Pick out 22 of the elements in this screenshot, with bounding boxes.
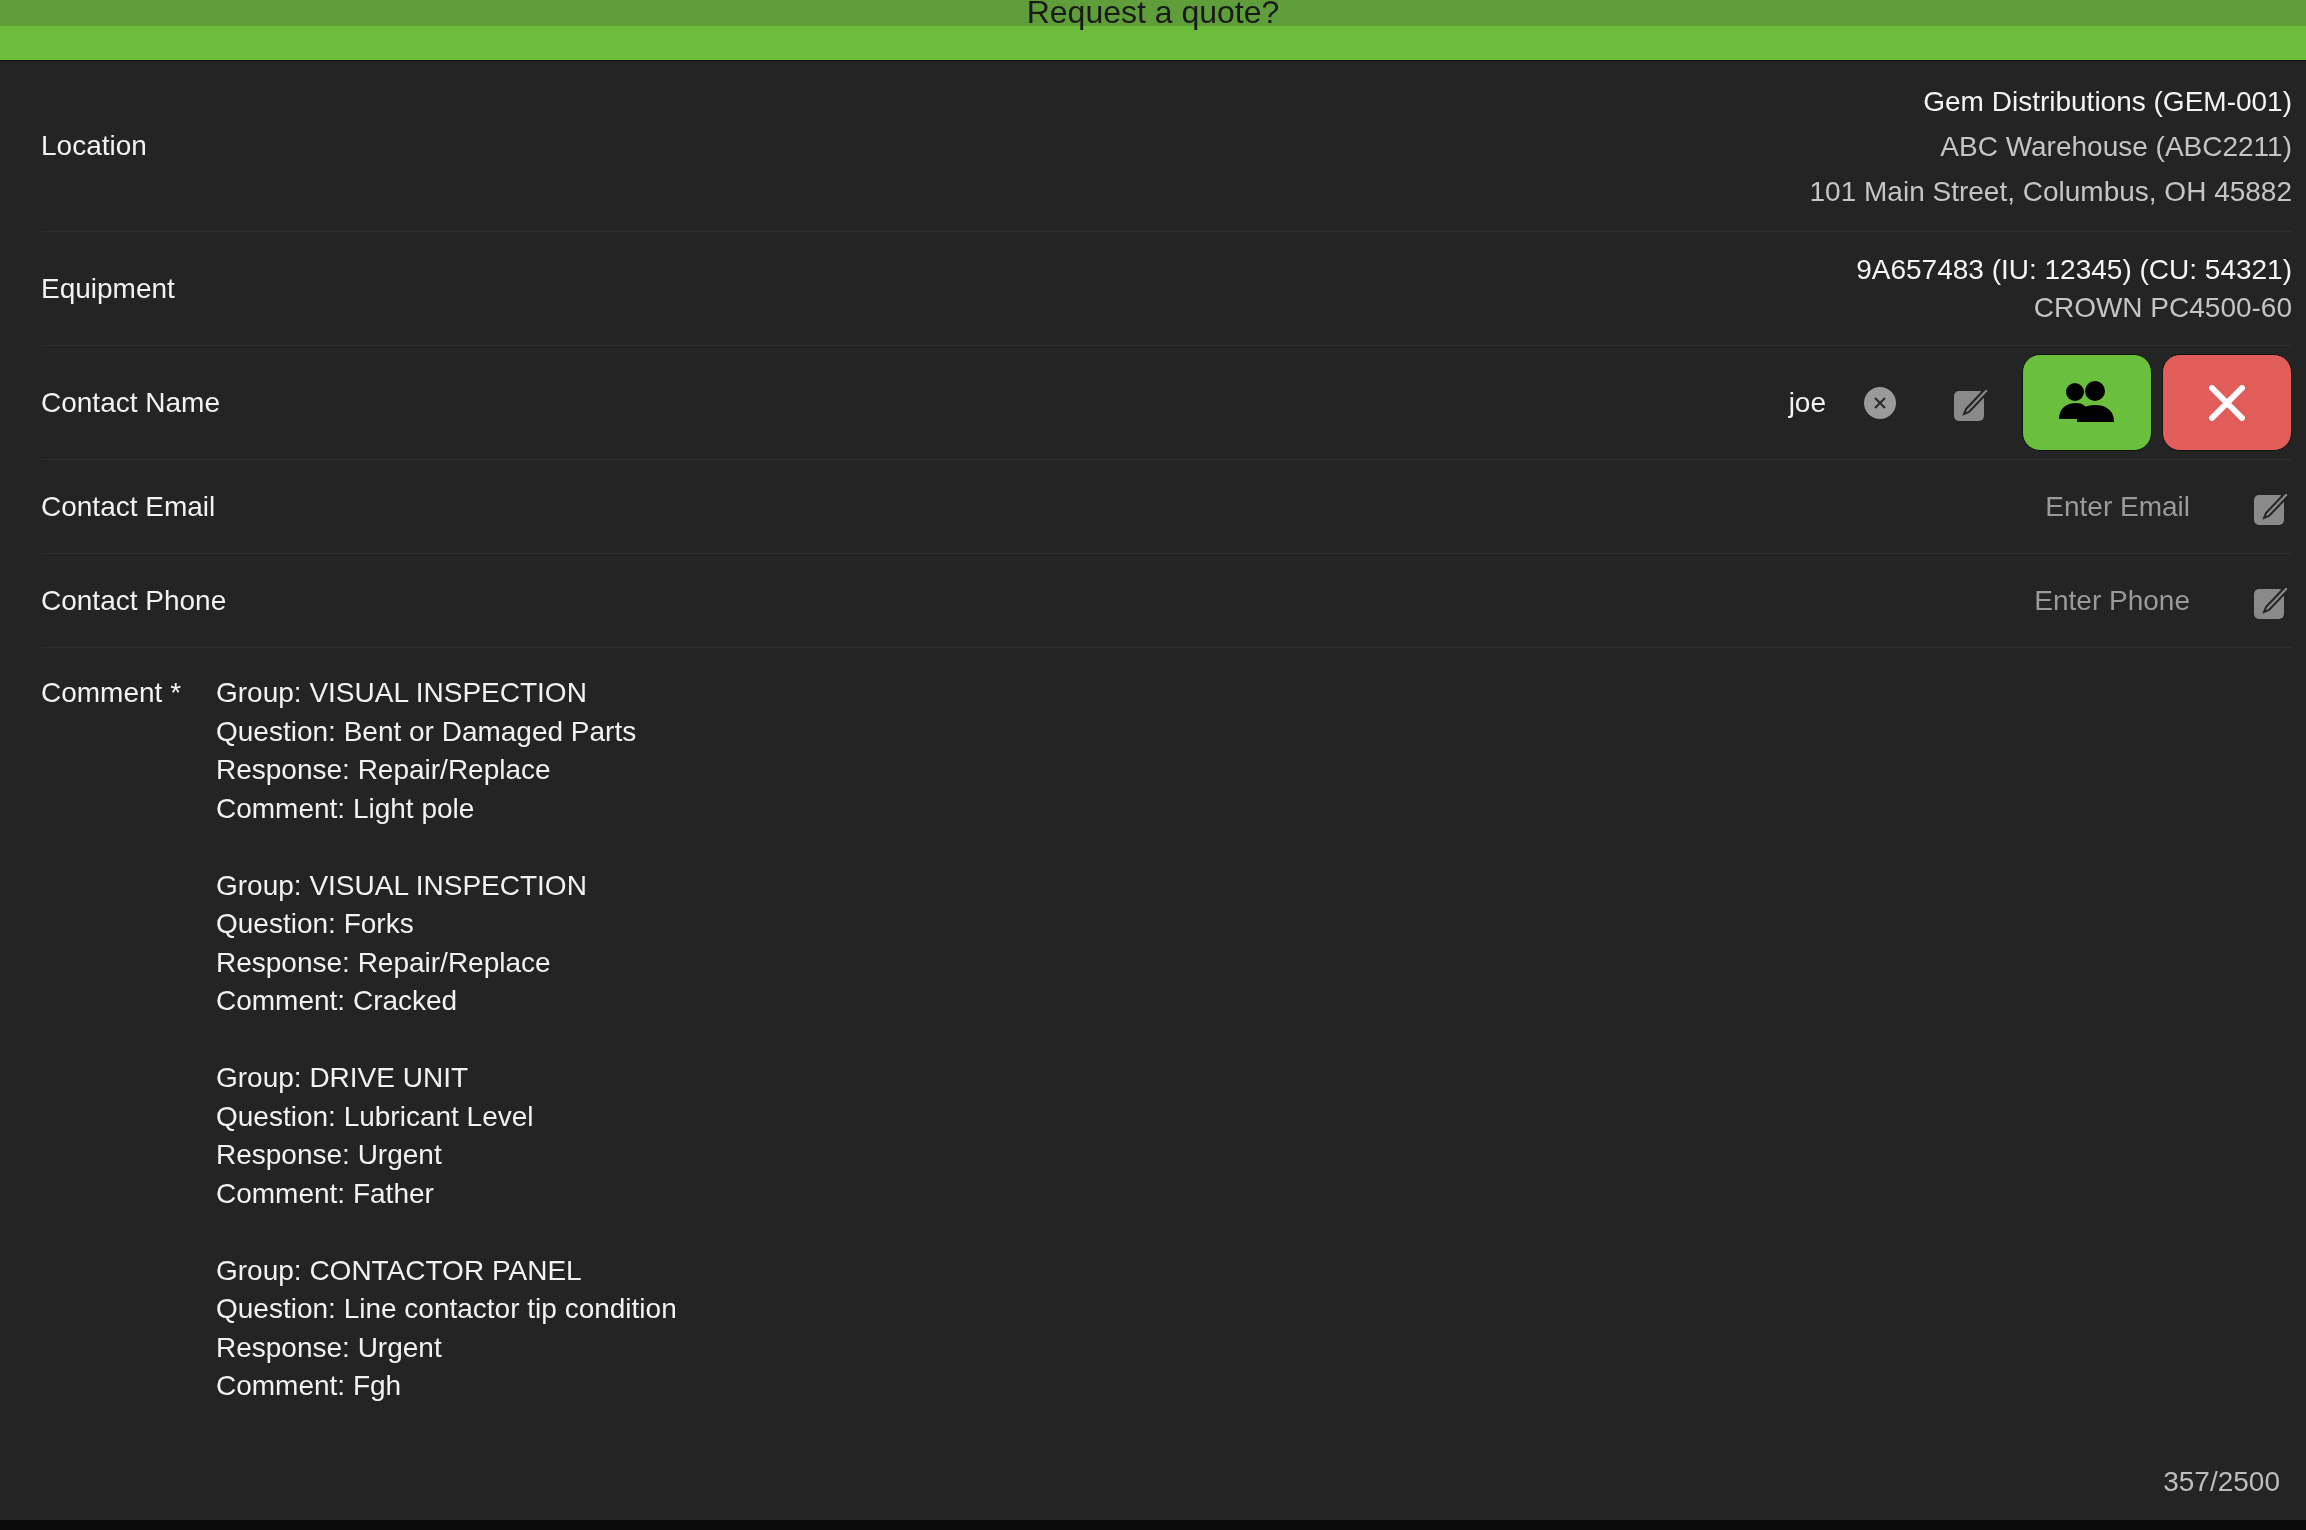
field-label: Comment *	[41, 676, 183, 710]
close-button[interactable]	[2162, 354, 2292, 451]
field-label: Contact Phone	[41, 584, 227, 617]
clear-icon	[1873, 395, 1887, 410]
comment-field[interactable]: Group: VISUAL INSPECTION Question: Bent or Damaged Parts Response: Repair/Replace Comment: Light pole Group: VISUAL INSPECTION Question: Forks Response: Repair/Replace Comment: Cracked Group: DRIVE UNIT Question: Lubricant Level Response: Urgent Comment: Father Group: CONTACTOR PANEL Question: Line contactor tip condition Response: Urgent Comment: Fgh	[216, 674, 2292, 1466]
people-icon	[2058, 380, 2116, 425]
field-label: Contact Email	[41, 490, 216, 523]
location-line: ABC Warehouse (ABC2211)	[1940, 129, 2292, 164]
contact-name-value: joe	[1788, 386, 1826, 419]
field-label: Contact Name	[41, 386, 220, 419]
equipment-line: CROWN PC4500-60	[2033, 290, 2292, 325]
contacts-button[interactable]	[2022, 354, 2152, 451]
field-label: Location	[41, 130, 147, 162]
location-line: Gem Distributions (GEM-001)	[1923, 84, 2292, 119]
equipment-line: 9A657483 (IU: 12345) (CU: 54321)	[1856, 252, 2292, 287]
phone-field[interactable]: Enter Phone	[1888, 583, 2192, 618]
location-line: 101 Main Street, Columbus, OH 45882	[1809, 174, 2292, 209]
field-label: Equipment	[41, 272, 175, 305]
email-field[interactable]: Enter Email	[1888, 489, 2192, 524]
character-counter: 357/2500	[2163, 1466, 2280, 1498]
clear-button[interactable]	[1864, 386, 1896, 419]
close-icon	[2209, 384, 2245, 421]
